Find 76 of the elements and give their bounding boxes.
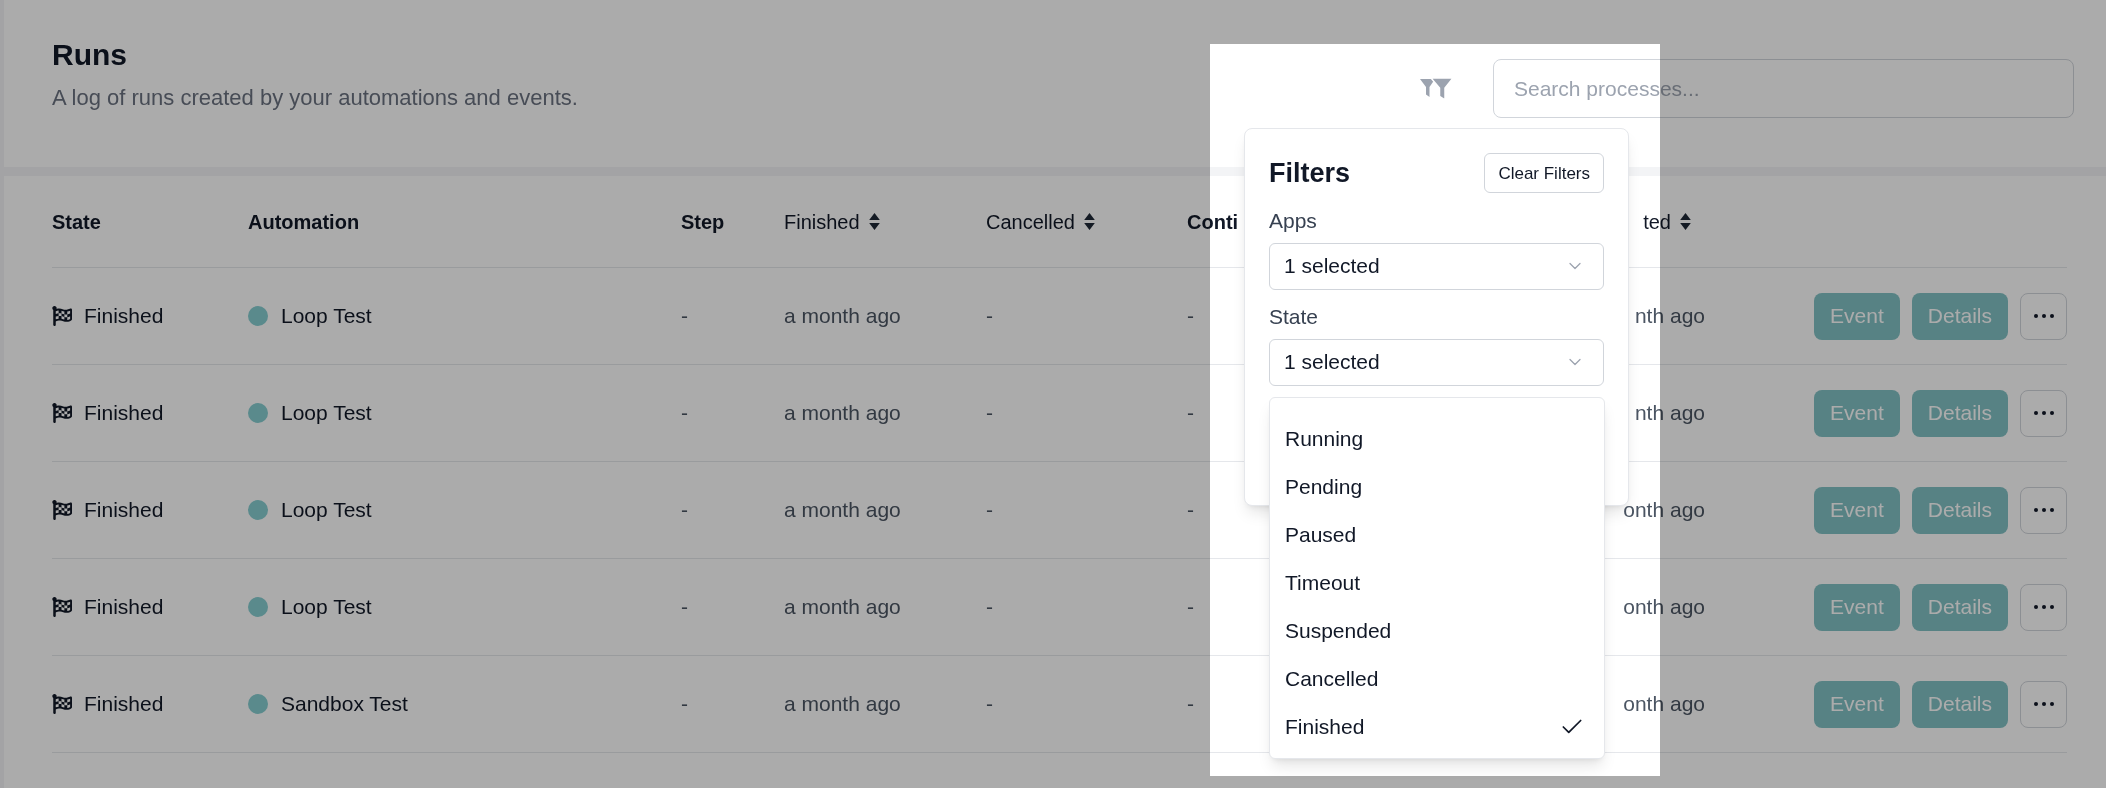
table-cell: onth ago: [1623, 498, 1705, 522]
filter-icon[interactable]: [1420, 77, 1453, 100]
table-cell: -: [1187, 692, 1194, 716]
table-cell: -: [681, 401, 688, 425]
automation-name: Loop Test: [281, 303, 372, 330]
automation-name: Loop Test: [281, 594, 372, 621]
sort-icon[interactable]: [868, 213, 880, 230]
more-icon: [2033, 702, 2054, 706]
table-cell: -: [986, 498, 993, 522]
table-cell: -: [986, 692, 993, 716]
popover-title: Filters: [1269, 157, 1351, 190]
table-cell: a month ago: [784, 498, 901, 522]
table-cell: a month ago: [784, 304, 901, 328]
state-label: Finished: [84, 497, 164, 524]
sort-icon[interactable]: [1680, 213, 1691, 230]
checkered-flag-icon: [52, 500, 72, 520]
table-cell: -: [681, 595, 688, 619]
state-label: Finished: [84, 594, 164, 621]
automation-name: Sandbox Test: [281, 691, 408, 718]
dropdown-option[interactable]: Suspended: [1270, 607, 1604, 655]
checkered-flag-icon: [52, 306, 72, 326]
checkered-flag-icon: [52, 694, 72, 714]
table-cell: -: [986, 401, 993, 425]
dropdown-option[interactable]: Pending: [1270, 463, 1604, 511]
sort-icon[interactable]: [1083, 213, 1095, 230]
table-cell: onth ago: [1623, 692, 1705, 716]
state-label: Finished: [84, 691, 164, 718]
table-cell: -: [986, 304, 993, 328]
dropdown-option[interactable]: Cancelled: [1270, 655, 1604, 703]
dropdown-select[interactable]: 1 selected: [1269, 242, 1604, 290]
field-label: Apps: [1269, 207, 1318, 234]
more-icon: [2033, 411, 2054, 415]
table-cell: nth ago: [1634, 401, 1705, 425]
table-cell: -: [1187, 498, 1194, 522]
dropdown-option[interactable]: Timeout: [1270, 559, 1604, 607]
table-cell: -: [681, 692, 688, 716]
page-title: Runs: [52, 37, 128, 73]
field-label: State: [1269, 303, 1320, 330]
table-cell: -: [681, 304, 688, 328]
table-cell: a month ago: [784, 692, 901, 716]
table-cell: a month ago: [784, 401, 901, 425]
more-icon: [2033, 605, 2054, 609]
column-header: State: [52, 209, 101, 235]
table-cell: -: [1187, 401, 1194, 425]
checkered-flag-icon: [52, 403, 72, 423]
state-label: Finished: [84, 400, 164, 427]
state-label: Finished: [84, 303, 164, 330]
automation-name: Loop Test: [281, 497, 372, 524]
clear-filters-button[interactable]: Clear Filters: [1484, 153, 1604, 194]
table-cell: -: [986, 595, 993, 619]
table-cell: -: [1187, 595, 1194, 619]
column-header: Step: [681, 209, 725, 235]
more-button[interactable]: [2020, 389, 2067, 437]
more-button[interactable]: [2020, 680, 2067, 728]
table-cell: -: [1187, 304, 1194, 328]
dropdown-select[interactable]: 1 selected: [1269, 338, 1604, 386]
table-cell: nth ago: [1634, 304, 1705, 328]
table-cell: -: [681, 498, 688, 522]
dropdown-option[interactable]: Running: [1270, 415, 1604, 463]
dropdown-option[interactable]: Finished: [1270, 703, 1604, 751]
more-button[interactable]: [2020, 292, 2067, 340]
automation-name: Loop Test: [281, 400, 372, 427]
more-icon: [2033, 314, 2054, 318]
checkered-flag-icon: [52, 597, 72, 617]
column-header[interactable]: ted: [1643, 206, 1671, 237]
column-header: Conti: [1187, 209, 1239, 235]
table-cell: a month ago: [784, 595, 901, 619]
more-button[interactable]: [2020, 583, 2067, 631]
column-header: Automation: [248, 209, 360, 235]
more-icon: [2033, 508, 2054, 512]
dropdown-option[interactable]: Paused: [1270, 511, 1604, 559]
more-button[interactable]: [2020, 486, 2067, 534]
page-subtitle: A log of runs created by your automations and events.: [52, 84, 578, 112]
table-cell: onth ago: [1623, 595, 1705, 619]
column-header[interactable]: Cancelled: [986, 206, 1075, 237]
column-header[interactable]: Finished: [784, 206, 860, 237]
